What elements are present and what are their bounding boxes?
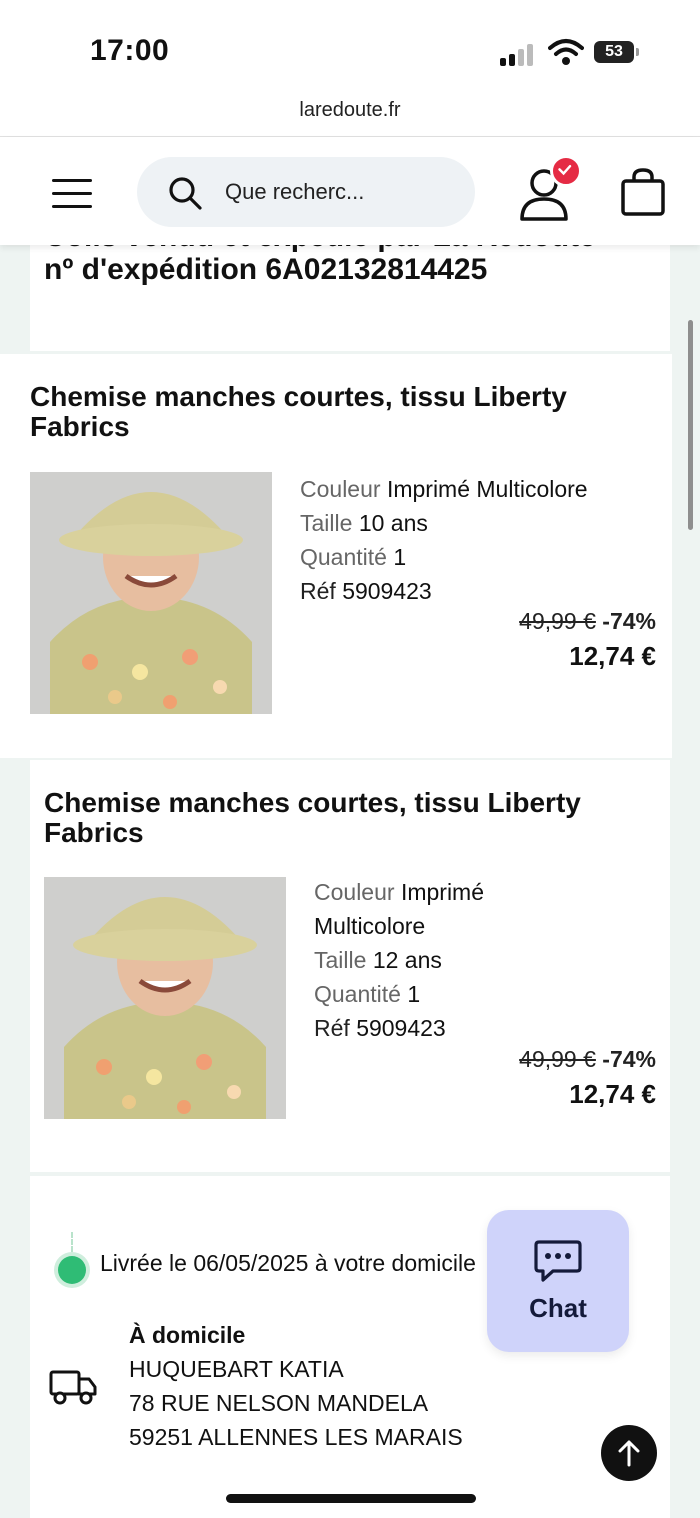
search-input[interactable] [225,175,455,209]
status-time: 17:00 [90,34,170,67]
order-item: Chemise manches courtes, tissu Liberty F… [0,354,672,758]
color-label: Couleur [314,879,395,905]
quantity-label: Quantité [300,544,387,570]
color-value: Imprimé Multicolore [386,476,588,502]
address-street: 78 RUE NELSON MANDELA [129,1390,429,1416]
address-city: 59251 ALLENNES LES MARAIS [129,1424,463,1450]
delivery-address: À domicile HUQUEBART KATIA 78 RUE NELSON… [129,1318,463,1454]
ref-value: 5909423 [342,578,432,604]
product-image[interactable] [30,472,272,714]
ref-label: Réf [300,578,336,604]
old-price: 49,99 € [519,1046,596,1072]
chat-button[interactable]: Chat [487,1210,629,1352]
scroll-to-top-button[interactable] [601,1425,657,1481]
quantity-label: Quantité [314,981,401,1007]
ref-label: Réf [314,1015,350,1041]
search-bar[interactable] [137,157,475,227]
discount-badge: -74% [602,1046,656,1072]
home-indicator[interactable] [226,1494,476,1503]
size-label: Taille [314,947,367,973]
delivery-status: Livrée le 06/05/2025 à votre domicile [100,1250,476,1276]
item-specs: Couleur Imprimé Multicolore Taille 12 an… [314,875,574,1045]
order-item: Chemise manches courtes, tissu Liberty F… [30,760,670,1172]
url-text: laredoute.fr [299,99,401,121]
truck-icon [49,1370,97,1405]
search-icon [169,177,202,210]
shopping-bag-icon[interactable] [620,167,666,217]
url-bar[interactable]: laredoute.fr [0,92,700,137]
item-title[interactable]: Chemise manches courtes, tissu Liberty F… [30,382,650,442]
current-price: 12,74 € [569,1079,656,1109]
timeline-connector [71,1232,73,1252]
item-title[interactable]: Chemise manches courtes, tissu Liberty F… [44,788,654,848]
delivered-status-dot [58,1256,86,1284]
menu-icon[interactable] [52,179,92,209]
color-label: Couleur [300,476,381,502]
ref-value: 5909423 [356,1015,446,1041]
cellular-signal-icon [500,44,540,66]
current-price: 12,74 € [569,641,656,671]
chat-bubble-icon [534,1240,582,1282]
shipment-card: Colis vendu et expédié par La Redoute - … [30,220,670,351]
battery-icon: 53 [594,41,639,63]
old-price: 49,99 € [519,608,596,634]
discount-badge: -74% [602,608,656,634]
delivery-mode: À domicile [129,1322,246,1348]
quantity-value: 1 [407,981,421,1007]
size-label: Taille [300,510,353,536]
product-image[interactable] [44,877,286,1119]
size-value: 12 ans [372,947,442,973]
status-bar: 17:00 53 [0,0,700,92]
recipient-name: HUQUEBART KATIA [129,1356,344,1382]
wifi-icon [548,39,584,65]
item-prices: 49,99 € -74% 12,74 € [519,1046,656,1110]
quantity-value: 1 [393,544,407,570]
item-specs: Couleur Imprimé Multicolore Taille 10 an… [300,472,588,608]
size-value: 10 ans [358,510,428,536]
site-header [0,137,700,245]
arrow-up-icon [618,1440,640,1467]
logged-in-check-icon [550,155,582,187]
item-prices: 49,99 € -74% 12,74 € [519,608,656,672]
scrollbar[interactable] [688,320,693,530]
chat-label: Chat [529,1293,587,1323]
